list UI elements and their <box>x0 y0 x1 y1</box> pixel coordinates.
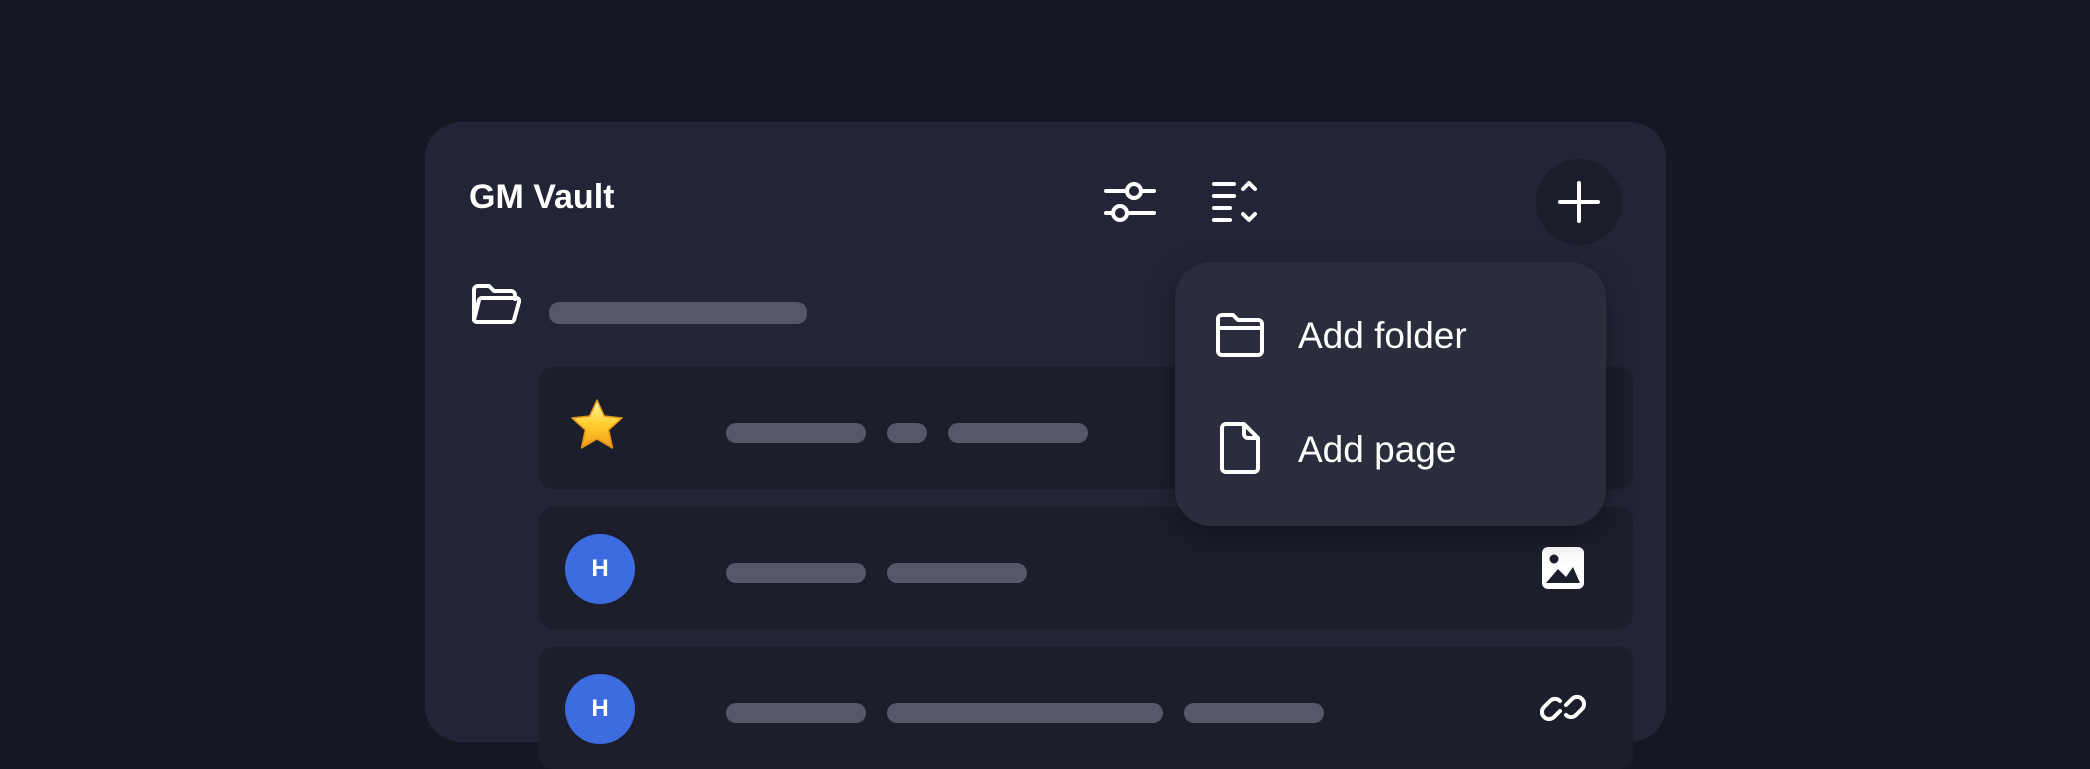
avatar: H <box>565 534 635 604</box>
avatar: H <box>565 674 635 744</box>
add-page-menu-item[interactable]: Add page <box>1175 400 1606 500</box>
title-placeholder <box>948 423 1088 443</box>
title-placeholder <box>887 563 1027 583</box>
sort-list-icon <box>1212 181 1257 222</box>
title-placeholder <box>726 423 866 443</box>
folder-open-icon[interactable] <box>469 282 522 331</box>
sort-button[interactable] <box>1192 159 1278 245</box>
add-button[interactable] <box>1536 159 1622 245</box>
plus-icon <box>1558 181 1600 223</box>
list-item[interactable]: H <box>539 647 1633 769</box>
page-icon <box>1215 421 1265 479</box>
title-placeholder <box>726 563 866 583</box>
add-folder-menu-item[interactable]: Add folder <box>1175 286 1606 386</box>
sliders-icon <box>1104 182 1156 222</box>
add-folder-label: Add folder <box>1298 315 1467 356</box>
title-placeholder <box>1184 703 1324 723</box>
add-page-label: Add page <box>1298 429 1457 470</box>
star-icon <box>569 397 625 458</box>
folder-name-placeholder <box>549 302 807 324</box>
title-placeholder <box>887 423 927 443</box>
app-title: GM Vault <box>469 178 615 216</box>
add-menu: Add folder Add page <box>1175 262 1606 526</box>
folder-icon <box>1215 311 1265 362</box>
image-icon[interactable] <box>1540 545 1586 596</box>
title-placeholder <box>887 703 1163 723</box>
filter-button[interactable] <box>1087 159 1173 245</box>
title-placeholder <box>726 703 866 723</box>
